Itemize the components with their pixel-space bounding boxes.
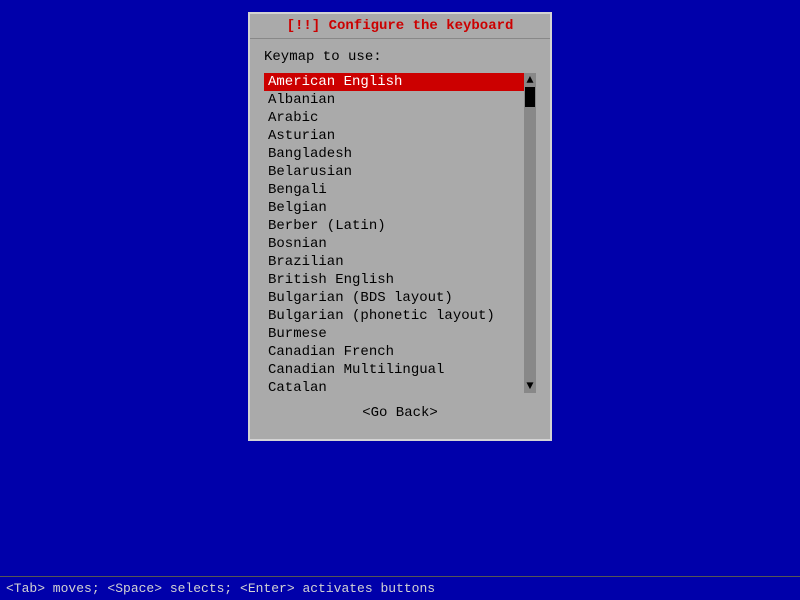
list-item[interactable]: Albanian (264, 91, 524, 109)
dialog-body: Keymap to use: American EnglishAlbanianA… (250, 39, 550, 439)
scrollbar[interactable]: ▲ ▼ (524, 73, 536, 393)
scroll-down-arrow[interactable]: ▼ (526, 379, 533, 393)
list-item[interactable]: Burmese (264, 325, 524, 343)
list-item[interactable]: Berber (Latin) (264, 217, 524, 235)
status-bar: <Tab> moves; <Space> selects; <Enter> ac… (0, 576, 800, 600)
list-item[interactable]: Bulgarian (phonetic layout) (264, 307, 524, 325)
scroll-up-arrow[interactable]: ▲ (526, 73, 533, 87)
dialog-title: [!!] Configure the keyboard (250, 14, 550, 39)
list-item[interactable]: American English (264, 73, 524, 91)
list-item[interactable]: Canadian French (264, 343, 524, 361)
go-back-button[interactable]: <Go Back> (362, 405, 438, 421)
configure-keyboard-dialog: [!!] Configure the keyboard Keymap to us… (248, 12, 552, 441)
list-item[interactable]: Bangladesh (264, 145, 524, 163)
keymap-label: Keymap to use: (264, 49, 536, 65)
list-item[interactable]: British English (264, 271, 524, 289)
list-item[interactable]: Belgian (264, 199, 524, 217)
list-item[interactable]: Belarusian (264, 163, 524, 181)
list-item[interactable]: Asturian (264, 127, 524, 145)
scroll-track (525, 87, 535, 379)
list-item[interactable]: Bulgarian (BDS layout) (264, 289, 524, 307)
list-item[interactable]: Canadian Multilingual (264, 361, 524, 379)
list-item[interactable]: Catalan (264, 379, 524, 393)
scroll-thumb[interactable] (525, 87, 535, 107)
keymap-list[interactable]: American EnglishAlbanianArabicAsturianBa… (264, 73, 524, 393)
list-item[interactable]: Arabic (264, 109, 524, 127)
list-item[interactable]: Brazilian (264, 253, 524, 271)
list-item[interactable]: Bengali (264, 181, 524, 199)
keymap-list-container[interactable]: American EnglishAlbanianArabicAsturianBa… (264, 73, 536, 393)
list-item[interactable]: Bosnian (264, 235, 524, 253)
go-back-row: <Go Back> (264, 405, 536, 421)
